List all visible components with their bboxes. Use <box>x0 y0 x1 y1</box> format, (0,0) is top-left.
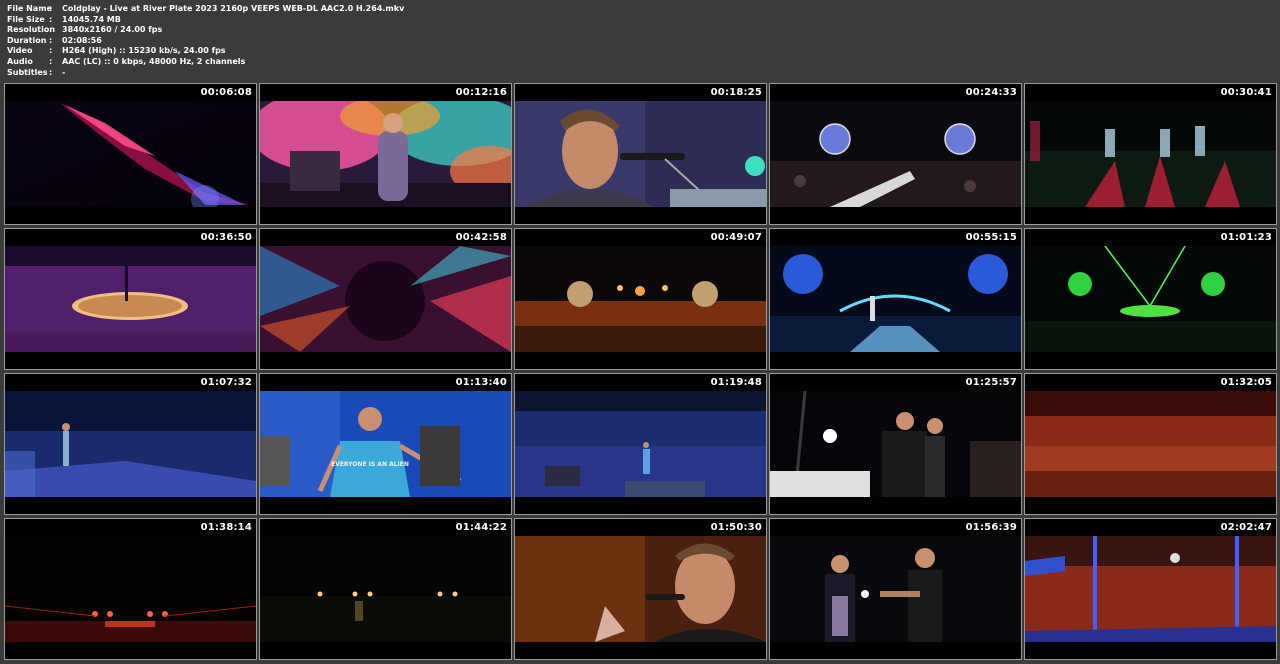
info-value: 02:08:56 <box>62 35 102 45</box>
info-separator: : <box>49 46 53 56</box>
timestamp: 01:01:23 <box>1220 232 1272 243</box>
thumbnail[interactable]: 01:38:14 <box>4 518 257 660</box>
timestamp: 01:44:22 <box>455 522 507 533</box>
thumbnail[interactable]: 00:36:50 <box>4 228 257 370</box>
timestamp: 01:13:40 <box>455 377 507 388</box>
info-separator: : <box>49 14 53 24</box>
info-label: File Name <box>7 4 53 13</box>
shirt-text: EVERYONE IS AN ALIEN <box>331 461 409 468</box>
frame-image <box>1025 101 1276 207</box>
timestamp: 01:07:32 <box>200 377 252 388</box>
frame-image <box>1025 246 1276 352</box>
frame-image <box>770 391 1021 497</box>
frame-image <box>260 246 511 352</box>
timestamp: 01:19:48 <box>710 377 762 388</box>
info-value: - <box>62 67 66 77</box>
info-label: Resolution <box>7 25 56 35</box>
thumbnail[interactable]: 01:50:30 <box>514 518 767 660</box>
frame-image <box>5 391 256 497</box>
frame-image <box>1025 391 1276 497</box>
info-separator: : <box>49 4 53 13</box>
timestamp: 01:38:14 <box>200 522 252 533</box>
frame-image <box>1025 536 1276 642</box>
frame-image <box>515 536 766 642</box>
info-label: File Size <box>7 14 45 24</box>
timestamp: 00:24:33 <box>965 87 1017 98</box>
thumbnail[interactable]: 00:18:25 <box>514 83 767 225</box>
thumbnail[interactable]: 01:56:39 <box>769 518 1022 660</box>
timestamp: 01:25:57 <box>965 377 1017 388</box>
timestamp: 00:49:07 <box>710 232 762 243</box>
timestamp: 00:12:16 <box>455 87 507 98</box>
thumbnail[interactable]: 00:24:33 <box>769 83 1022 225</box>
frame-image <box>260 101 511 207</box>
thumbnail[interactable]: 01:07:32 <box>4 373 257 515</box>
thumbnail[interactable]: 01:44:22 <box>259 518 512 660</box>
info-value: 3840x2160 / 24.00 fps <box>62 25 163 35</box>
frame-image <box>515 391 766 497</box>
thumbnail[interactable]: 00:42:58 <box>259 228 512 370</box>
timestamp: 01:50:30 <box>710 522 762 533</box>
thumbnail[interactable]: 01:19:48 <box>514 373 767 515</box>
thumbnail[interactable]: 01:01:23 <box>1024 228 1277 370</box>
info-row-subtitles: Subtitles : - <box>7 68 404 79</box>
thumbnail[interactable]: 00:55:15 <box>769 228 1022 370</box>
info-label: Video <box>7 46 33 56</box>
info-separator: : <box>49 56 53 66</box>
frame-image <box>770 246 1021 352</box>
info-value: H264 (High) :: 15230 kb/s, 24.00 fps <box>62 46 226 56</box>
timestamp: 00:18:25 <box>710 87 762 98</box>
timestamp: 00:55:15 <box>965 232 1017 243</box>
frame-image <box>515 246 766 352</box>
timestamp: 00:42:58 <box>455 232 507 243</box>
thumbnail[interactable]: 00:06:08 <box>4 83 257 225</box>
thumbnail-grid: 00:06:08 00:12:16 00:18:25 00:24:33 00:3… <box>4 83 1277 660</box>
frame-image <box>770 101 1021 207</box>
info-row-duration: Duration : 02:08:56 <box>7 36 404 47</box>
frame-image <box>770 536 1021 642</box>
timestamp: 00:06:08 <box>200 87 252 98</box>
info-row-resolution: Resolution : 3840x2160 / 24.00 fps <box>7 25 404 36</box>
info-row-audio: Audio : AAC (LC) :: 0 kbps, 48000 Hz, 2 … <box>7 57 404 68</box>
info-label: Audio <box>7 56 33 66</box>
timestamp: 01:56:39 <box>965 522 1017 533</box>
timestamp: 02:02:47 <box>1220 522 1272 533</box>
info-separator: : <box>49 25 53 35</box>
frame-image: EVERYONE IS AN ALIEN <box>260 391 511 497</box>
thumbnail[interactable]: 02:02:47 <box>1024 518 1277 660</box>
frame-image <box>260 536 511 642</box>
info-value: Coldplay - Live at River Plate 2023 2160… <box>62 4 405 13</box>
frame-image <box>5 536 256 642</box>
info-row-file-size: File Size : 14045.74 MB <box>7 15 404 26</box>
info-value: 14045.74 MB <box>62 14 121 24</box>
info-row-video: Video : H264 (High) :: 15230 kb/s, 24.00… <box>7 46 404 57</box>
thumbnail[interactable]: 00:49:07 <box>514 228 767 370</box>
thumbnail[interactable]: 00:30:41 <box>1024 83 1277 225</box>
frame-image <box>515 101 766 207</box>
file-info-panel: File Name : Coldplay - Live at River Pla… <box>7 4 404 78</box>
thumbnail[interactable]: 01:13:40 EVERYONE IS AN ALIEN <box>259 373 512 515</box>
info-row-file-name: File Name : Coldplay - Live at River Pla… <box>7 4 404 15</box>
frame-image <box>5 101 256 207</box>
thumbnail[interactable]: 00:12:16 <box>259 83 512 225</box>
timestamp: 00:36:50 <box>200 232 252 243</box>
timestamp: 01:32:05 <box>1220 377 1272 388</box>
thumbnail[interactable]: 01:32:05 <box>1024 373 1277 515</box>
info-label: Duration <box>7 35 47 45</box>
timestamp: 00:30:41 <box>1220 87 1272 98</box>
thumbnail[interactable]: 01:25:57 <box>769 373 1022 515</box>
info-label: Subtitles <box>7 67 48 77</box>
info-value: AAC (LC) :: 0 kbps, 48000 Hz, 2 channels <box>62 56 246 66</box>
info-separator: : <box>49 35 53 45</box>
info-separator: : <box>49 67 53 77</box>
frame-image <box>5 246 256 352</box>
